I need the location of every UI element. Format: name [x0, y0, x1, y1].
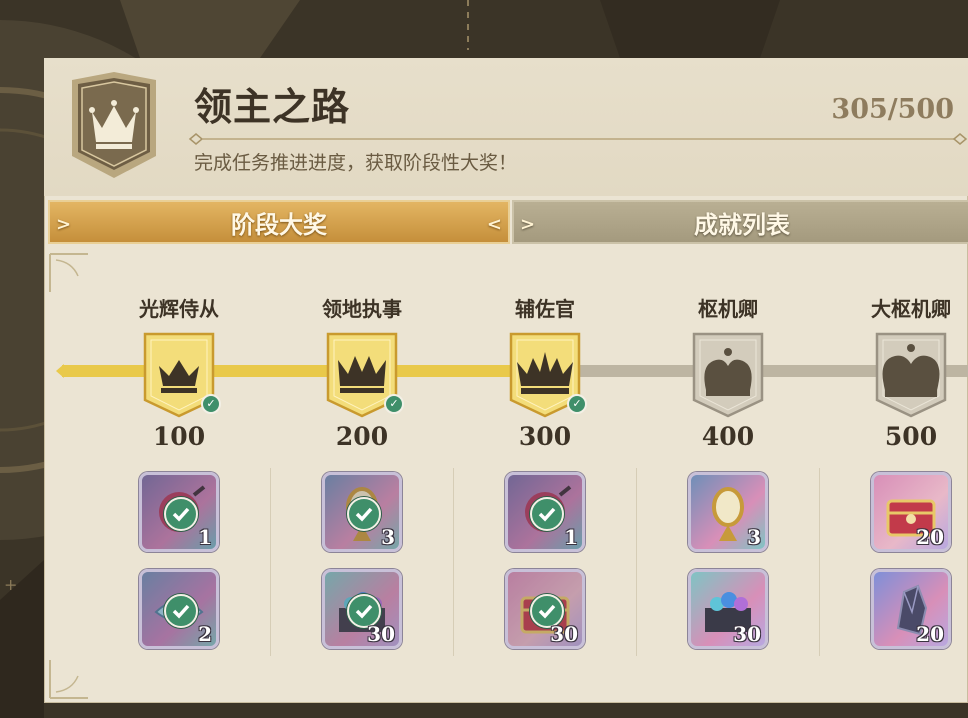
- reached-check-icon: ✓: [567, 394, 587, 414]
- tier-name: 枢机卿: [698, 297, 758, 321]
- page-title: 领主之路: [194, 84, 351, 129]
- crown-badge-icon: [72, 72, 156, 178]
- tab-stage-rewards[interactable]: > 阶段大奖 <: [48, 200, 510, 244]
- tab-bar: > 阶段大奖 < > 成就列表: [48, 200, 968, 246]
- lord-road-panel: 领主之路 305/500 完成任务推进进度，获取阶段性大奖！ > 阶段大奖 < …: [44, 58, 968, 703]
- corner-ornament: [49, 660, 88, 699]
- tier-points: 200: [335, 422, 389, 451]
- corner-ornament: [49, 253, 88, 292]
- reward-quantity: 30: [367, 622, 395, 646]
- imperial-crown-icon: [873, 330, 949, 418]
- tier-milestone: 大枢机卿 500: [851, 294, 968, 451]
- tier-points: 400: [701, 422, 755, 451]
- progress-counter: 305/500: [831, 94, 954, 125]
- reward-item[interactable]: 30: [688, 569, 768, 649]
- tier-points: 300: [518, 422, 572, 451]
- tier-name: 辅佐官: [515, 297, 575, 321]
- claimed-check-icon: [530, 497, 564, 531]
- reward-quantity: 30: [550, 622, 578, 646]
- crown-large-icon: ✓: [507, 330, 587, 418]
- claimed-check-icon: [164, 497, 198, 531]
- reward-item[interactable]: 1: [139, 472, 219, 552]
- tier-milestone: 领地执事 ✓ 200: [302, 294, 422, 451]
- reward-item[interactable]: 20: [871, 569, 951, 649]
- tier-points: 100: [152, 422, 206, 451]
- tab-left-arrow-icon: >: [520, 214, 536, 235]
- tier-name: 大枢机卿: [871, 297, 951, 321]
- reward-item[interactable]: 20: [871, 472, 951, 552]
- reward-item[interactable]: 3: [688, 472, 768, 552]
- column-divider: [636, 468, 637, 656]
- crown-medium-icon: ✓: [324, 330, 404, 418]
- column-divider: [819, 468, 820, 656]
- reward-item[interactable]: 3: [322, 472, 402, 552]
- svg-text:+: +: [4, 575, 17, 594]
- tier-name: 领地执事: [322, 297, 402, 321]
- tier-points: 500: [884, 422, 938, 451]
- reward-quantity: 20: [916, 525, 944, 549]
- tier-milestone: 枢机卿 400: [668, 294, 788, 451]
- tab-right-arrow-icon: <: [486, 214, 502, 235]
- reward-item[interactable]: 2: [139, 569, 219, 649]
- royal-crown-icon: [690, 330, 766, 418]
- reward-item[interactable]: 1: [505, 472, 585, 552]
- reward-quantity: 20: [916, 622, 944, 646]
- reached-check-icon: ✓: [201, 394, 221, 414]
- claimed-check-icon: [164, 594, 198, 628]
- reward-quantity: 1: [564, 525, 578, 549]
- reward-quantity: 30: [733, 622, 761, 646]
- tab-left-arrow-icon: >: [56, 214, 72, 235]
- tab-label: 阶段大奖: [231, 209, 327, 239]
- reward-item[interactable]: 30: [505, 569, 585, 649]
- title-divider: [188, 133, 968, 145]
- tier-name: 光辉侍从: [139, 297, 219, 321]
- column-divider: [270, 468, 271, 656]
- reward-quantity: 3: [381, 525, 395, 549]
- panel-header: 领主之路 305/500 完成任务推进进度，获取阶段性大奖！: [44, 58, 968, 196]
- reward-quantity: 2: [198, 622, 212, 646]
- reached-check-icon: ✓: [384, 394, 404, 414]
- tab-achievement-list[interactable]: > 成就列表: [512, 200, 968, 244]
- column-divider: [453, 468, 454, 656]
- tier-milestone: 辅佐官 ✓ 300: [485, 294, 605, 451]
- page-subtitle: 完成任务推进进度，获取阶段性大奖！: [194, 152, 518, 174]
- crown-small-icon: ✓: [141, 330, 221, 418]
- reward-quantity: 1: [198, 525, 212, 549]
- reward-item[interactable]: 30: [322, 569, 402, 649]
- tier-milestone: 光辉侍从 ✓ 100: [119, 294, 239, 451]
- tab-label: 成就列表: [694, 209, 790, 239]
- claimed-check-icon: [347, 497, 381, 531]
- reward-quantity: 3: [747, 525, 761, 549]
